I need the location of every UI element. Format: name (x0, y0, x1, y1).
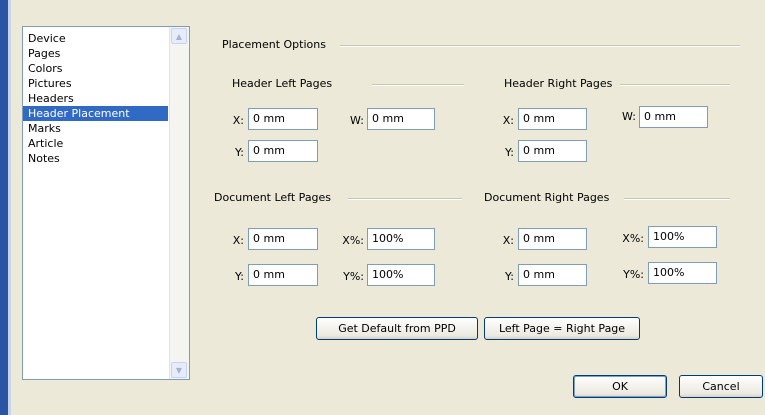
header-left-x-field[interactable]: 0 mm (248, 108, 318, 130)
placement-options-title: Placement Options (222, 38, 332, 52)
window-left-border-highlight (8, 0, 11, 415)
list-item[interactable]: Headers (23, 91, 168, 106)
list-item[interactable]: Notes (23, 151, 168, 166)
document-right-y-field[interactable]: 0 mm (518, 264, 587, 286)
document-left-title: Document Left Pages (214, 191, 338, 205)
document-right-ypercent-field[interactable]: 100% (648, 262, 717, 284)
placement-options-line (340, 45, 740, 47)
list-item[interactable]: Marks (23, 121, 168, 136)
document-left-x-label: X: (232, 234, 244, 247)
list-item[interactable]: Colors (23, 61, 168, 76)
chevron-down-icon: ▼ (175, 365, 183, 375)
header-left-x-label: X: (232, 114, 244, 127)
category-list[interactable]: Device Pages Colors Pictures Headers Header P… (22, 26, 190, 380)
document-right-xpercent-field[interactable]: 100% (648, 226, 717, 248)
document-right-xpercent-label: X%: (622, 232, 644, 245)
ok-button[interactable]: OK (573, 375, 667, 398)
document-right-x-label: X: (502, 234, 514, 247)
document-left-xpercent-field[interactable]: 100% (367, 228, 435, 250)
header-right-y-field[interactable]: 0 mm (518, 140, 587, 162)
header-right-w-field[interactable]: 0 mm (639, 106, 708, 128)
category-list-items: Device Pages Colors Pictures Headers Header P… (23, 31, 168, 166)
document-right-title: Document Right Pages (484, 191, 616, 205)
list-item[interactable]: Device (23, 31, 168, 46)
header-left-y-label: Y: (235, 146, 244, 159)
document-right-y-label: Y: (505, 270, 514, 283)
header-right-title: Header Right Pages (504, 77, 619, 91)
scroll-down-button[interactable]: ▼ (171, 362, 187, 378)
scroll-up-button[interactable]: ▲ (171, 28, 187, 44)
document-left-y-label: Y: (235, 270, 244, 283)
window-left-border (0, 0, 8, 415)
document-left-ypercent-label: Y%: (343, 270, 364, 283)
cancel-button[interactable]: Cancel (679, 375, 763, 398)
document-left-line (348, 198, 462, 200)
header-right-x-field[interactable]: 0 mm (518, 108, 587, 130)
document-left-y-field[interactable]: 0 mm (248, 264, 318, 286)
document-right-line (624, 198, 730, 200)
header-left-title: Header Left Pages (232, 77, 339, 91)
header-left-w-field[interactable]: 0 mm (367, 108, 435, 130)
document-left-x-field[interactable]: 0 mm (248, 228, 318, 250)
document-right-x-field[interactable]: 0 mm (518, 228, 587, 250)
document-right-ypercent-label: Y%: (623, 268, 644, 281)
chevron-up-icon: ▲ (175, 31, 183, 41)
category-list-scrollbar[interactable]: ▲ ▼ (169, 27, 189, 379)
document-left-ypercent-field[interactable]: 100% (367, 264, 435, 286)
header-right-w-label: W: (622, 110, 636, 123)
header-left-line (372, 84, 464, 86)
list-item[interactable]: Article (23, 136, 168, 151)
header-left-y-field[interactable]: 0 mm (248, 140, 318, 162)
list-item[interactable]: Header Placement (23, 106, 168, 121)
header-right-x-label: X: (502, 114, 514, 127)
header-right-y-label: Y: (505, 146, 514, 159)
get-default-from-ppd-button[interactable]: Get Default from PPD (316, 317, 478, 340)
list-item[interactable]: Pictures (23, 76, 168, 91)
header-right-line (620, 84, 730, 86)
list-item[interactable]: Pages (23, 46, 168, 61)
document-left-xpercent-label: X%: (342, 234, 364, 247)
header-left-w-label: W: (350, 114, 364, 127)
left-page-equals-right-page-button[interactable]: Left Page = Right Page (484, 317, 640, 340)
